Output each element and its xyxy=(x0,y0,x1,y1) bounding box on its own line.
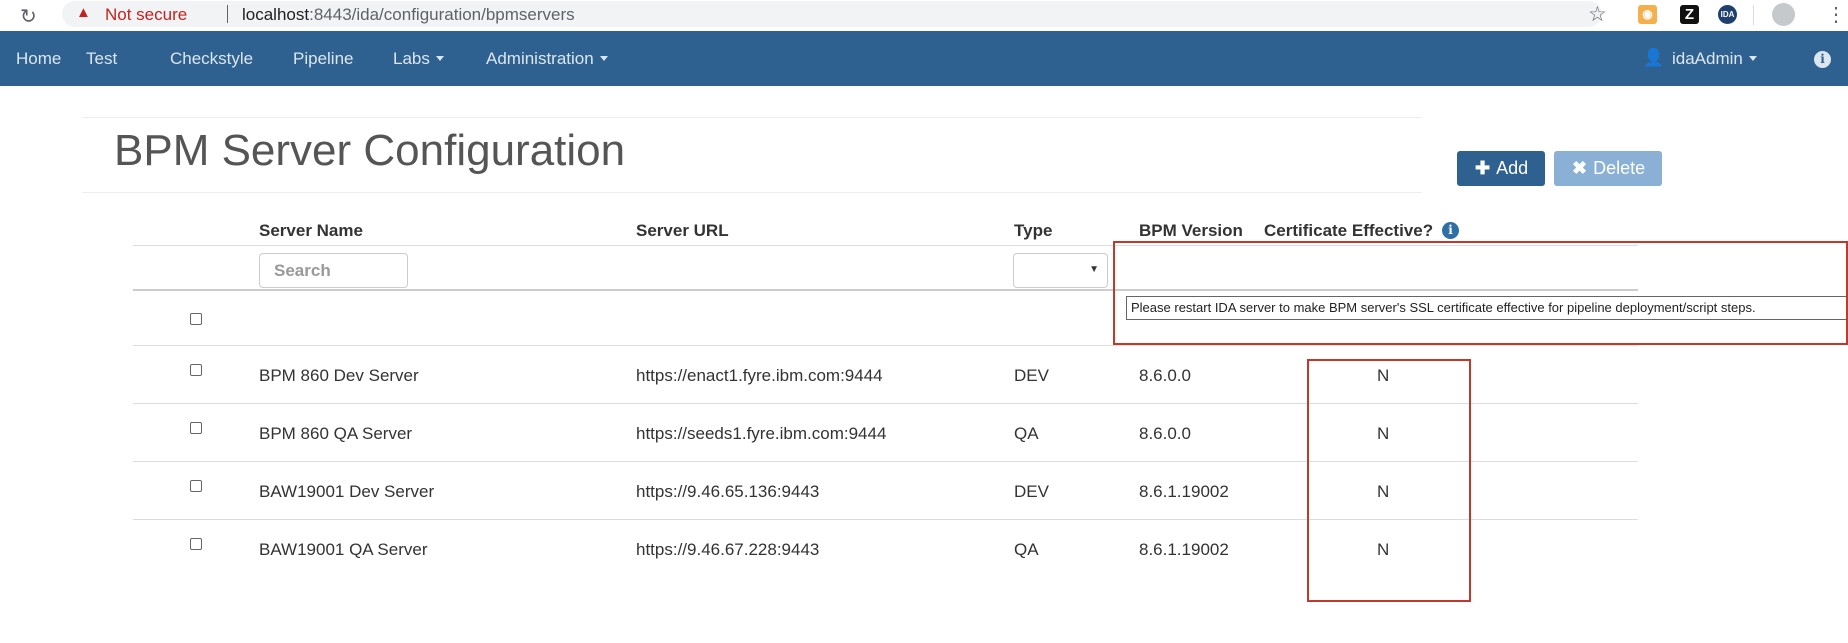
url-text[interactable]: localhost:8443/ida/configuration/bpmserv… xyxy=(242,5,575,25)
header-server-url[interactable]: Server URL xyxy=(636,221,729,241)
cell-bpm-version: 8.6.0.0 xyxy=(1139,424,1191,443)
add-button-label: Add xyxy=(1496,158,1529,178)
row-checkbox[interactable] xyxy=(190,538,202,550)
user-icon: 👤 xyxy=(1643,48,1665,67)
cell-server-url: https://seeds1.fyre.ibm.com:9444 xyxy=(636,424,887,443)
row-divider xyxy=(133,345,1638,346)
page-title: BPM Server Configuration xyxy=(114,126,626,175)
highlight-box-certificate-column xyxy=(1307,359,1471,602)
cell-type: QA xyxy=(1014,540,1039,559)
browser-toolbar: ↻ ▲ Not secure localhost:8443/ida/config… xyxy=(0,0,1848,32)
nav-test[interactable]: Test xyxy=(86,49,117,69)
nav-labs[interactable]: Labs xyxy=(393,49,444,69)
cell-server-name[interactable]: BAW19001 Dev Server xyxy=(259,482,434,502)
row-checkbox[interactable] xyxy=(190,364,202,376)
cell-server-name[interactable]: BPM 860 QA Server xyxy=(259,424,412,444)
profile-avatar-icon[interactable] xyxy=(1772,3,1795,26)
cell-type: DEV xyxy=(1014,366,1049,385)
nav-user-menu[interactable]: idaAdmin xyxy=(1672,49,1757,69)
nav-pipeline[interactable]: Pipeline xyxy=(293,49,354,69)
cell-type: QA xyxy=(1014,424,1039,443)
info-icon[interactable]: i xyxy=(1442,222,1459,239)
cell-server-name[interactable]: BAW19001 QA Server xyxy=(259,540,428,560)
url-path: :8443/ida/configuration/bpmservers xyxy=(309,5,575,24)
z-extension-icon[interactable]: Z xyxy=(1680,5,1699,24)
cell-bpm-version: 8.6.1.19002 xyxy=(1139,482,1229,501)
caret-down-icon xyxy=(435,56,444,61)
header-type[interactable]: Type xyxy=(1014,221,1052,241)
cell-type: DEV xyxy=(1014,482,1049,501)
cell-server-name[interactable]: BPM 860 Dev Server xyxy=(259,366,419,386)
row-checkbox[interactable] xyxy=(190,480,202,492)
nav-labs-label: Labs xyxy=(393,49,430,68)
toolbar-divider xyxy=(1753,5,1754,25)
header-bpm-version[interactable]: BPM Version xyxy=(1139,221,1243,241)
nav-administration[interactable]: Administration xyxy=(486,49,608,69)
cell-server-url: https://enact1.fyre.ibm.com:9444 xyxy=(636,366,883,385)
navbar: Home Test Checkstyle Pipeline Labs Admin… xyxy=(0,31,1848,86)
address-divider xyxy=(227,5,228,23)
not-secure-label[interactable]: Not secure xyxy=(105,5,187,25)
cell-bpm-version: 8.6.0.0 xyxy=(1139,366,1191,385)
ida-extension-icon[interactable]: IDA xyxy=(1718,5,1737,24)
header-certificate-effective[interactable]: Certificate Effective? xyxy=(1264,221,1433,241)
cell-bpm-version: 8.6.1.19002 xyxy=(1139,540,1229,559)
nav-checkstyle[interactable]: Checkstyle xyxy=(170,49,253,69)
add-button[interactable]: ✚ Add xyxy=(1457,151,1545,186)
header-divider-bottom xyxy=(82,192,1422,193)
cell-server-url: https://9.46.67.228:9443 xyxy=(636,540,820,559)
cell-server-url: https://9.46.65.136:9443 xyxy=(636,482,820,501)
bookmark-star-icon[interactable]: ☆ xyxy=(1588,2,1607,27)
caret-down-icon xyxy=(1748,56,1757,61)
select-all-checkbox[interactable] xyxy=(190,313,202,325)
search-input[interactable]: Search xyxy=(259,253,408,288)
caret-down-icon xyxy=(599,56,608,61)
user-name: idaAdmin xyxy=(1672,49,1743,68)
nav-home[interactable]: Home xyxy=(16,49,61,69)
plus-icon: ✚ xyxy=(1475,158,1491,178)
header-divider-top xyxy=(82,117,1422,118)
type-filter-select[interactable]: ▼ xyxy=(1013,253,1108,288)
row-checkbox[interactable] xyxy=(190,422,202,434)
delete-button-label: Delete xyxy=(1593,158,1646,178)
url-host: localhost xyxy=(242,5,310,24)
close-icon: ✖ xyxy=(1572,158,1588,178)
chevron-down-icon: ▼ xyxy=(1089,264,1099,275)
header-server-name[interactable]: Server Name xyxy=(259,221,363,241)
extension-icon[interactable]: ◉ xyxy=(1638,5,1657,24)
browser-menu-icon[interactable]: ⋮ xyxy=(1826,2,1846,27)
reload-icon[interactable]: ↻ xyxy=(20,4,37,29)
info-icon[interactable]: i xyxy=(1814,51,1831,68)
address-bar[interactable]: ▲ Not secure localhost:8443/ida/configur… xyxy=(62,1,1602,27)
delete-button[interactable]: ✖ Delete xyxy=(1554,151,1662,186)
highlight-box-header xyxy=(1113,241,1848,345)
nav-administration-label: Administration xyxy=(486,49,594,68)
warning-icon: ▲ xyxy=(76,4,91,21)
